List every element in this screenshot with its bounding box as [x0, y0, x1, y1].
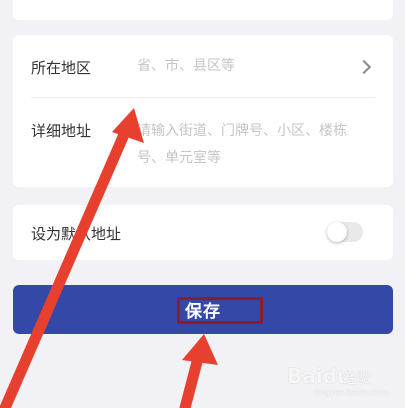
address-form-card: 所在地区 省、市、县区等 详细地址 请输入街道、门牌号、小区、楼栋 号、单元室等 — [13, 35, 393, 187]
watermark-brand: Baidu — [287, 364, 352, 388]
address-label: 详细地址 — [31, 122, 92, 140]
default-address-label: 设为默认地址 — [31, 225, 122, 243]
toggle-knob — [327, 222, 347, 242]
chevron-right-icon[interactable] — [356, 59, 372, 75]
watermark-sub: 经验 — [343, 371, 371, 387]
watermark-url: jingyan.baidu.com — [315, 388, 389, 397]
address-placeholder-line1[interactable]: 请输入街道、门牌号、小区、楼栋 — [137, 118, 347, 145]
baidu-jingyan-watermark: Baidu 经验 jingyan.baidu.com — [285, 360, 405, 400]
arrow-shaft-bottom — [179, 352, 204, 408]
default-address-card: 设为默认地址 — [13, 205, 393, 260]
region-row[interactable]: 所在地区 省、市、县区等 — [13, 35, 393, 97]
address-row[interactable]: 详细地址 请输入街道、门牌号、小区、楼栋 号、单元室等 — [13, 98, 393, 187]
region-placeholder[interactable]: 省、市、县区等 — [137, 53, 235, 80]
previous-field-card — [13, 0, 393, 20]
default-address-toggle[interactable] — [327, 222, 363, 242]
save-button[interactable]: 保存 — [13, 285, 393, 334]
arrow-head-bottom — [182, 334, 218, 365]
region-label: 所在地区 — [31, 59, 92, 77]
save-button-label: 保存 — [185, 302, 221, 322]
address-placeholder-line2[interactable]: 号、单元室等 — [137, 145, 221, 172]
